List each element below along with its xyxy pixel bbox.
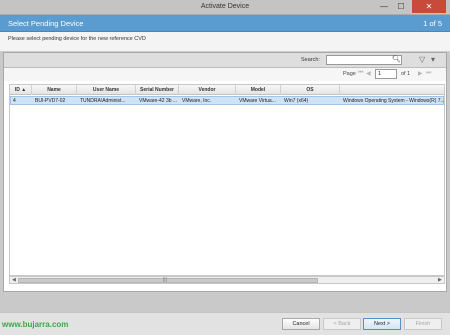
cell-os: Win7 (x64)	[284, 98, 309, 104]
search-label: Search:	[301, 57, 320, 63]
finish-button[interactable]: Finish	[404, 318, 442, 330]
search-input[interactable]	[326, 55, 402, 65]
column-header-serial-number[interactable]: Serial Number	[136, 85, 179, 95]
minimize-icon[interactable]: —	[376, 0, 392, 13]
horizontal-scrollbar[interactable]: ◀ ||| ▶	[9, 276, 445, 284]
next-page-icon[interactable]: ▶	[418, 70, 423, 77]
pagination-bar: Page ⏮︎ ◀ 1 of 1 ▶ ⏭︎	[4, 68, 446, 81]
previous-page-icon[interactable]: ◀	[366, 70, 371, 77]
scrollbar-thumb[interactable]	[18, 278, 318, 283]
page-label: Page	[343, 71, 356, 77]
page-count-label: of 1	[401, 71, 411, 77]
column-header-model[interactable]: Model	[236, 85, 281, 95]
cell-id: 4	[13, 98, 16, 104]
page-number-input[interactable]: 1	[375, 69, 397, 79]
last-page-icon[interactable]: ⏭︎	[426, 70, 431, 77]
close-icon[interactable]: ✕	[412, 0, 446, 13]
column-header-os-description[interactable]	[340, 85, 444, 95]
cell-model: VMware Virtua...	[239, 98, 276, 104]
wizard-title: Select Pending Device	[8, 19, 84, 28]
instructions-bar: Please select pending device for the new…	[0, 32, 450, 52]
filter-dropdown-icon[interactable]: ▾	[431, 55, 435, 64]
filter-icon[interactable]: ▽	[419, 55, 425, 64]
window-titlebar: Activate Device — ☐ ✕	[0, 0, 450, 15]
column-header-name[interactable]: Name	[32, 85, 77, 95]
scroll-right-icon[interactable]: ▶	[438, 277, 442, 284]
column-header-id[interactable]: ID ▲	[10, 85, 32, 95]
scroll-left-icon[interactable]: ◀	[12, 277, 16, 284]
wizard-step-counter: 1 of 5	[423, 19, 442, 28]
back-button[interactable]: < Back	[323, 318, 361, 330]
column-header-vendor[interactable]: Vendor	[179, 85, 236, 95]
device-list-panel: Search: 🔍︎ ▽ ▾ Page ⏮︎ ◀ 1 of 1 ▶ ⏭︎ ID …	[3, 52, 447, 292]
wizard-header: Select Pending Device 1 of 5	[0, 15, 450, 32]
search-toolbar: Search: 🔍︎ ▽ ▾	[4, 53, 446, 68]
watermark-text: www.bujarra.com	[2, 320, 69, 329]
cell-user-name: TUNDRA\Administ...	[80, 98, 126, 104]
maximize-icon[interactable]: ☐	[393, 0, 409, 13]
cell-name: BUI-PVD7-02	[35, 98, 66, 104]
cell-os-description: Windows Operating System - Windows(R) 7.…	[343, 98, 445, 104]
column-header-user-name[interactable]: User Name	[77, 85, 136, 95]
column-header-os[interactable]: OS	[281, 85, 340, 95]
cancel-button[interactable]: Cancel	[282, 318, 320, 330]
device-table: ID ▲ Name User Name Serial Number Vendor…	[9, 84, 445, 276]
scrollbar-grip-icon: |||	[163, 277, 167, 283]
search-icon[interactable]: 🔍︎	[392, 55, 401, 63]
instructions-text: Please select pending device for the new…	[8, 36, 146, 42]
table-header: ID ▲ Name User Name Serial Number Vendor…	[10, 85, 444, 95]
next-button[interactable]: Next >	[363, 318, 401, 330]
cell-vendor: VMware, Inc.	[182, 98, 212, 104]
cell-serial-number: VMware-42 3b ...	[139, 98, 178, 104]
table-row[interactable]: 4 BUI-PVD7-02 TUNDRA\Administ... VMware-…	[10, 96, 444, 105]
first-page-icon[interactable]: ⏮︎	[358, 70, 363, 77]
